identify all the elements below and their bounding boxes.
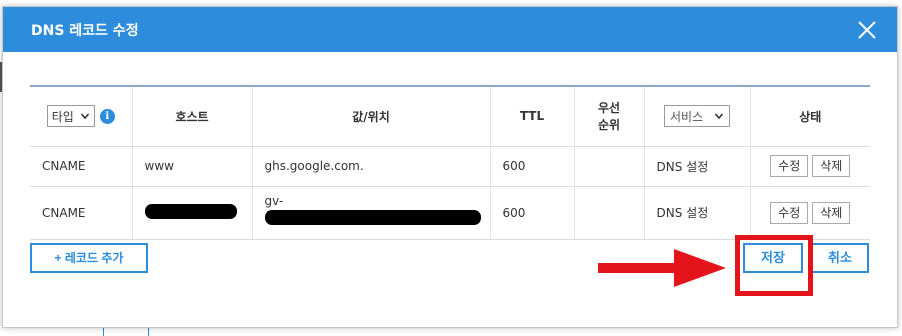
cancel-button[interactable]: 취소 (811, 243, 869, 273)
chevron-down-icon (714, 113, 724, 120)
header-priority-line2: 순위 (597, 118, 621, 133)
table-row: CNAME gv- 600 DNS 설정 수정 삭제 (30, 186, 870, 240)
header-host: 호스트 (131, 85, 252, 147)
cell-value-text: gv- (264, 193, 284, 208)
annotation-arrow-icon (598, 249, 726, 287)
header-priority: 우선 순위 (573, 85, 644, 147)
cell-ttl: 600 (489, 186, 574, 240)
cell-host: www (131, 146, 252, 187)
close-icon[interactable] (855, 18, 879, 42)
table-header-row: 타입 i 호스트 값/위치 TTL 우선 순위 서비스 상태 (30, 85, 870, 147)
header-ttl: TTL (489, 85, 574, 147)
header-status: 상태 (749, 85, 870, 147)
cell-priority (573, 186, 644, 240)
service-select[interactable]: 서비스 (664, 105, 730, 128)
header-type: 타입 i (30, 85, 132, 147)
type-select-value: 타입 (51, 109, 74, 124)
header-value: 값/위치 (251, 85, 490, 147)
cell-priority (573, 146, 644, 187)
annotation-highlight-box (735, 235, 813, 296)
delete-button[interactable]: 삭제 (812, 201, 851, 224)
cell-service: DNS 설정 (643, 146, 750, 187)
header-priority-line1: 우선 (597, 101, 621, 116)
edit-button[interactable]: 수정 (770, 201, 809, 224)
info-icon[interactable]: i (99, 108, 115, 124)
delete-button[interactable]: 삭제 (812, 155, 851, 177)
cell-value: gv- (251, 186, 490, 240)
chevron-down-icon (80, 113, 89, 120)
cell-value: ghs.google.com. (251, 146, 490, 187)
edit-button[interactable]: 수정 (770, 155, 809, 177)
redacted-host (144, 203, 237, 219)
modal-header: DNS 레코드 수정 (3, 7, 897, 52)
service-select-value: 서비스 (670, 109, 704, 124)
cell-ttl: 600 (489, 146, 574, 187)
header-service: 서비스 (643, 85, 750, 147)
cell-status: 수정 삭제 (749, 146, 870, 187)
cell-host (131, 186, 252, 240)
table-row: CNAME www ghs.google.com. 600 DNS 설정 수정 삭… (30, 146, 870, 187)
modal-title: DNS 레코드 수정 (31, 22, 139, 39)
type-select[interactable]: 타입 (46, 105, 95, 128)
cell-type: CNAME (30, 146, 132, 187)
add-record-button[interactable]: + 레코드 추가 (30, 243, 148, 273)
dns-record-table: 타입 i 호스트 값/위치 TTL 우선 순위 서비스 상태 CNAME www… (30, 85, 870, 240)
cell-status: 수정 삭제 (749, 186, 870, 240)
cell-type: CNAME (30, 186, 132, 240)
cell-service: DNS 설정 (643, 186, 750, 240)
redacted-value (264, 209, 481, 225)
